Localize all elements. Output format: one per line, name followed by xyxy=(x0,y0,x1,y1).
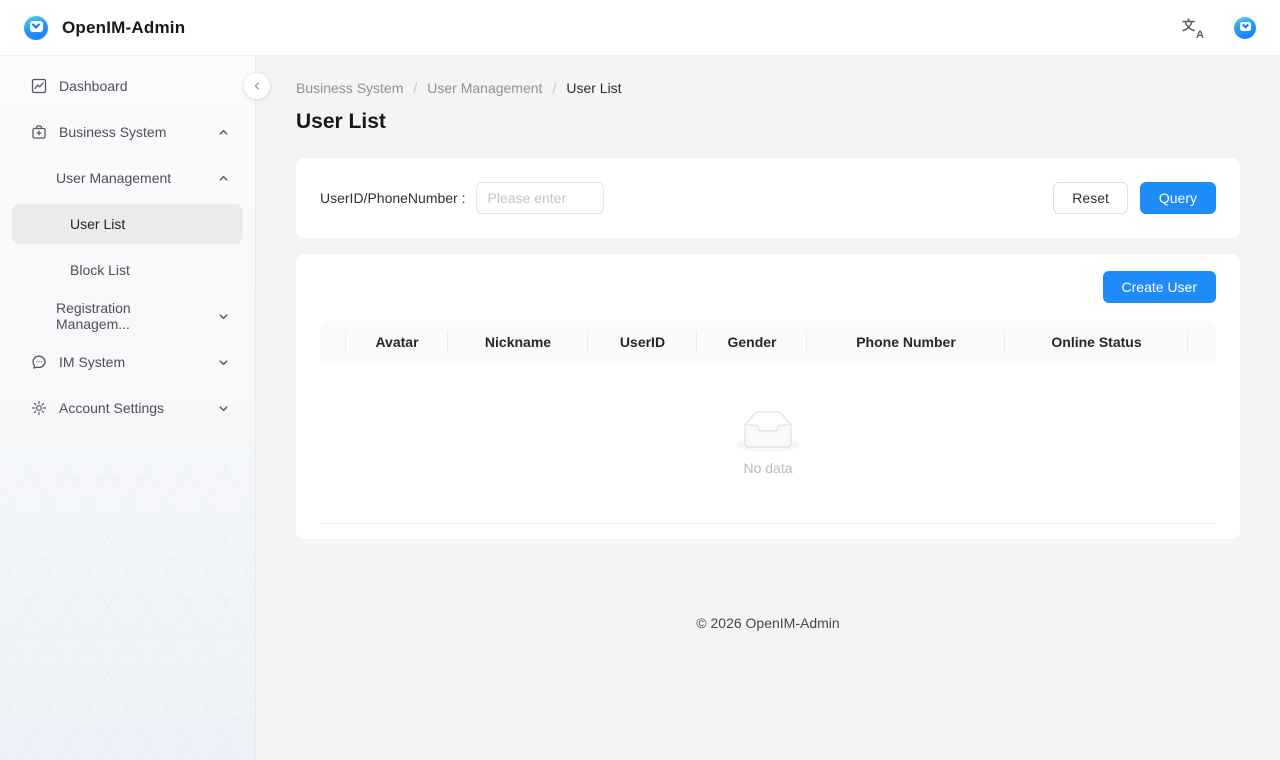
sidebar-item-account-settings[interactable]: Account Settings xyxy=(12,388,243,428)
table-header-gender: Gender xyxy=(697,321,807,363)
table-header-row: Avatar Nickname UserID Gender Phone Numb… xyxy=(320,321,1216,363)
table-header-spacer xyxy=(1188,321,1216,363)
search-input[interactable] xyxy=(476,182,604,214)
briefcase-icon xyxy=(30,124,47,141)
footer-copyright: © 2026 OpenIM-Admin xyxy=(296,615,1240,631)
chevron-up-icon xyxy=(218,173,229,184)
table-header-phone-number: Phone Number xyxy=(807,321,1005,363)
create-user-button[interactable]: Create User xyxy=(1103,271,1216,303)
sidebar-item-label: IM System xyxy=(59,354,125,370)
chevron-down-icon xyxy=(218,403,229,414)
search-card: UserID/PhoneNumber : Reset Query xyxy=(296,158,1240,238)
no-data-text: No data xyxy=(743,460,792,476)
query-button[interactable]: Query xyxy=(1140,182,1216,214)
empty-box-icon xyxy=(736,411,800,452)
gear-icon xyxy=(30,400,47,417)
main-content: Business System / User Management / User… xyxy=(256,0,1280,631)
table-header-spacer xyxy=(320,321,346,363)
sidebar-item-label: Account Settings xyxy=(59,400,164,416)
openim-logo-icon xyxy=(24,16,48,40)
breadcrumb-user-list: User List xyxy=(566,80,621,96)
sidebar-menu: Dashboard Business System User Managemen… xyxy=(0,66,255,428)
search-field-label: UserID/PhoneNumber : xyxy=(320,190,466,206)
top-header: OpenIM-Admin 文 A xyxy=(0,0,1280,56)
chevron-left-icon xyxy=(252,81,262,91)
sidebar-item-user-list[interactable]: User List xyxy=(12,204,243,244)
breadcrumb-separator: / xyxy=(552,80,556,96)
chevron-down-icon xyxy=(218,357,229,368)
sidebar: Dashboard Business System User Managemen… xyxy=(0,56,256,760)
sidebar-item-label: User List xyxy=(70,216,125,232)
user-table-card: Create User Avatar Nickname UserID Gende… xyxy=(296,254,1240,539)
page-title: User List xyxy=(296,110,1240,134)
chat-bubble-icon xyxy=(30,354,47,371)
sidebar-item-dashboard[interactable]: Dashboard xyxy=(12,66,243,106)
sidebar-item-label: Dashboard xyxy=(59,78,128,94)
sidebar-item-im-system[interactable]: IM System xyxy=(12,342,243,382)
sidebar-item-business-system[interactable]: Business System xyxy=(12,112,243,152)
breadcrumb-business-system[interactable]: Business System xyxy=(296,80,403,96)
sidebar-item-label: Block List xyxy=(70,262,130,278)
user-avatar[interactable] xyxy=(1234,17,1256,39)
table-header-avatar: Avatar xyxy=(346,321,448,363)
sidebar-item-label: User Management xyxy=(56,170,171,186)
chevron-up-icon xyxy=(218,127,229,138)
sidebar-item-user-management[interactable]: User Management xyxy=(12,158,243,198)
language-translate-icon[interactable]: 文 A xyxy=(1182,17,1204,39)
table-empty-state: No data xyxy=(320,363,1216,524)
table-header-online-status: Online Status xyxy=(1005,321,1188,363)
sidebar-item-block-list[interactable]: Block List xyxy=(12,250,243,290)
sidebar-item-registration-management[interactable]: Registration Managem... xyxy=(12,296,243,336)
table-header-nickname: Nickname xyxy=(448,321,588,363)
sidebar-item-label: Registration Managem... xyxy=(56,300,206,332)
dashboard-chart-icon xyxy=(30,78,47,95)
sidebar-collapse-button[interactable] xyxy=(244,73,270,99)
breadcrumb: Business System / User Management / User… xyxy=(296,80,1240,96)
breadcrumb-user-management[interactable]: User Management xyxy=(427,80,542,96)
chevron-down-icon xyxy=(218,311,229,322)
app-title: OpenIM-Admin xyxy=(62,18,185,38)
breadcrumb-separator: / xyxy=(413,80,417,96)
reset-button[interactable]: Reset xyxy=(1053,182,1128,214)
sidebar-item-label: Business System xyxy=(59,124,166,140)
table-header-userid: UserID xyxy=(588,321,697,363)
